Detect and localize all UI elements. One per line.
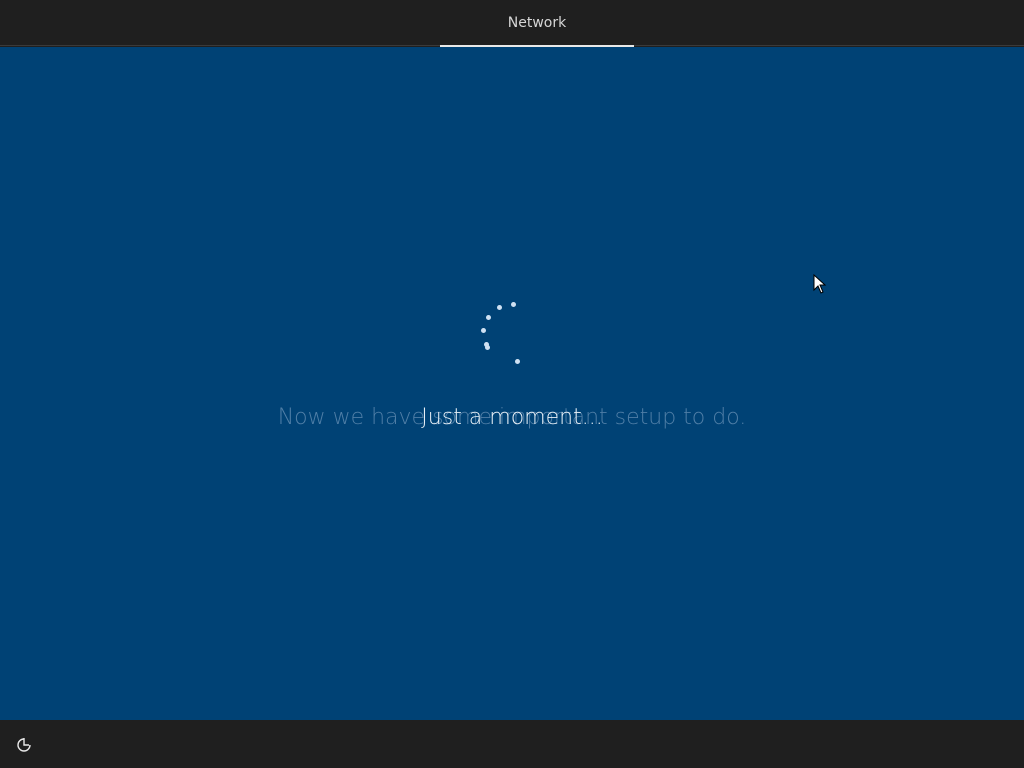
mouse-pointer-icon [813,274,827,294]
tab-network[interactable]: Network [440,0,634,47]
setup-screen: Now we have some important setup to do. … [0,47,1024,720]
ease-of-access-icon[interactable] [14,734,34,754]
tab-network-label: Network [507,15,567,31]
top-bar: Network [0,0,1024,47]
status-message: Just a moment... [421,405,603,430]
bottom-bar [0,720,1024,768]
loading-spinner-icon [470,294,540,374]
